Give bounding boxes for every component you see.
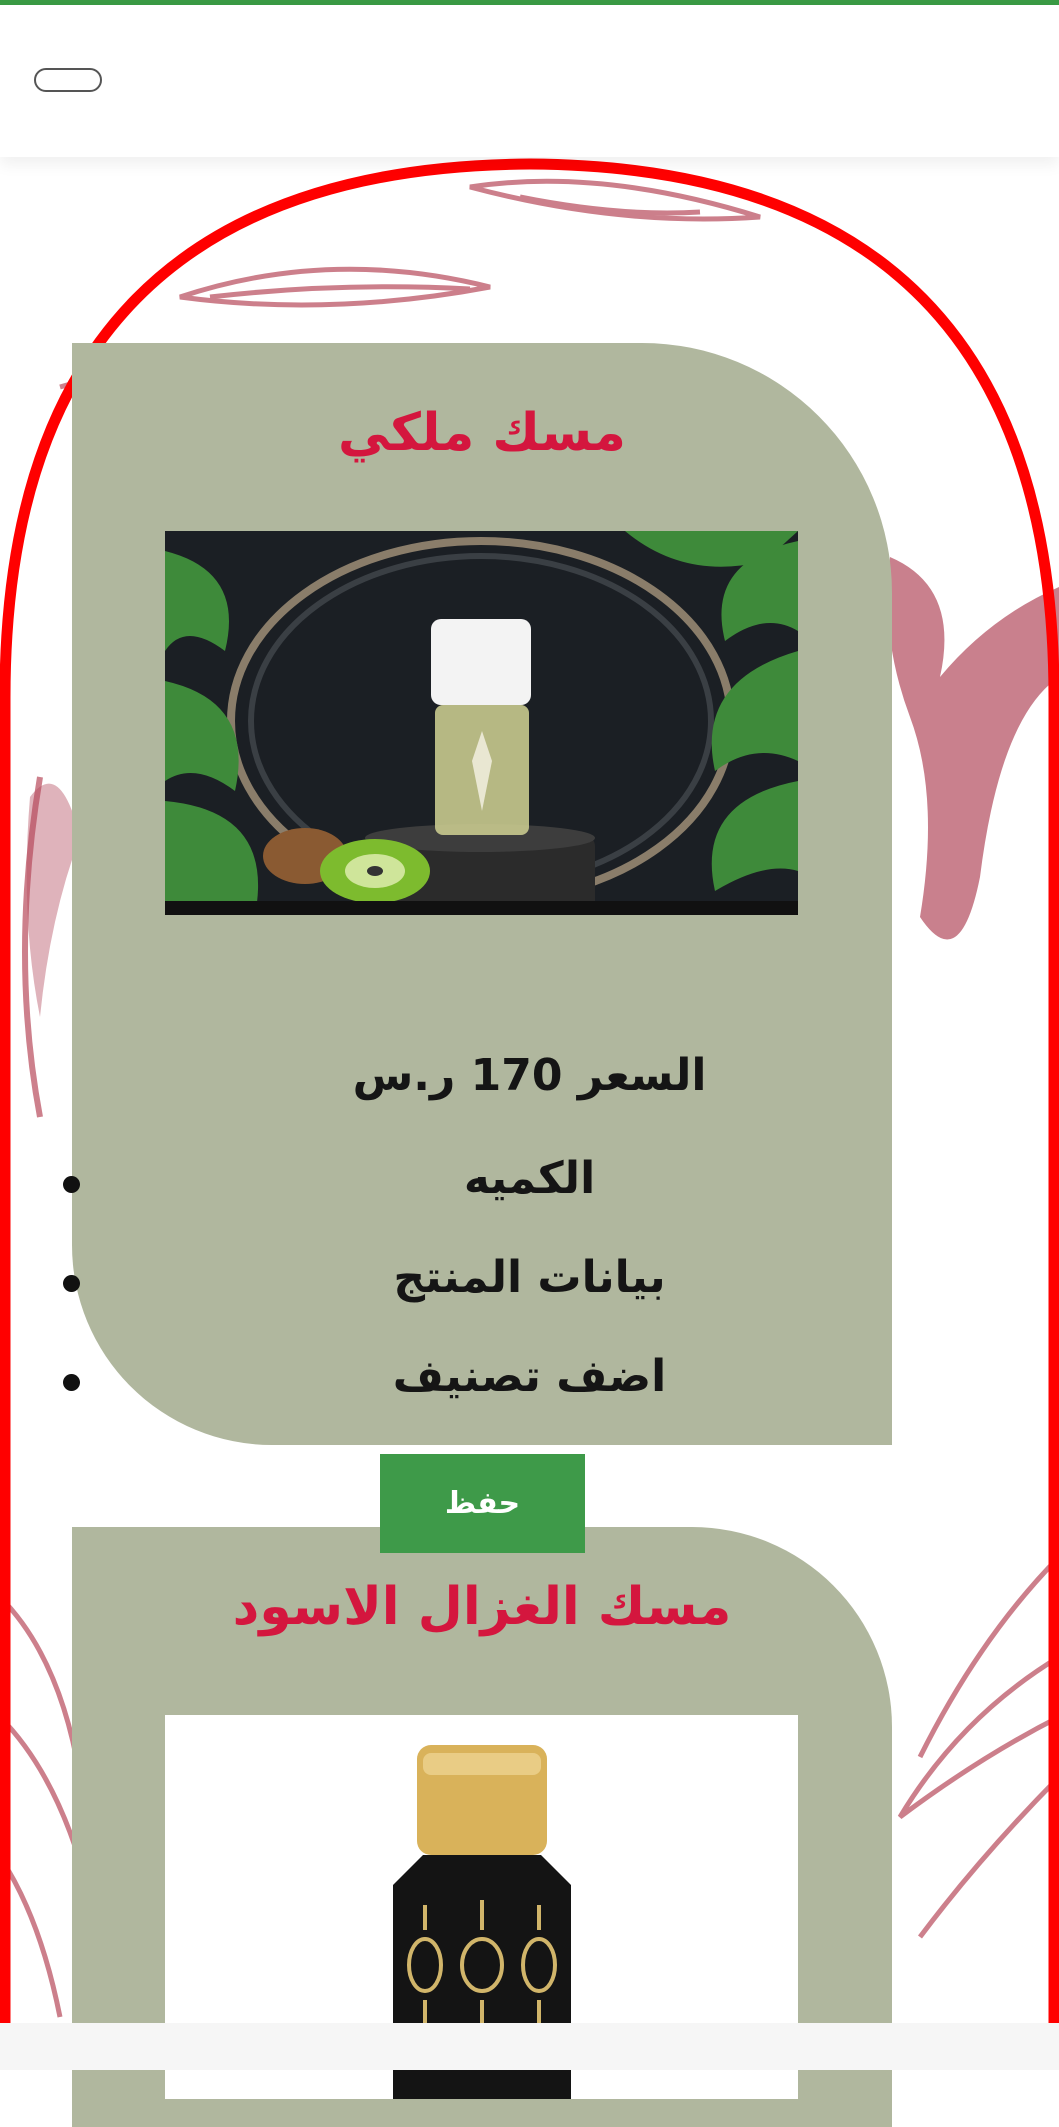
app-header [0,5,1059,157]
product-title: مسك الغزال الاسود [232,1577,732,1637]
save-button[interactable]: حفظ [380,1454,585,1553]
menu-item-add-category[interactable]: اضف تصنيف [0,1351,1059,1402]
menu-item-product-data[interactable]: بيانات المنتج [0,1252,1059,1303]
menu-toggle-button[interactable] [34,68,102,92]
product-title: مسك ملكي [338,403,626,463]
menu-item-quantity[interactable]: الكميه [0,1153,1059,1204]
price-label: السعر 170 ر.س [352,1050,707,1101]
perfume-bottle-kiwi-image [165,531,798,915]
bottom-navigation-bar [0,2023,1059,2070]
